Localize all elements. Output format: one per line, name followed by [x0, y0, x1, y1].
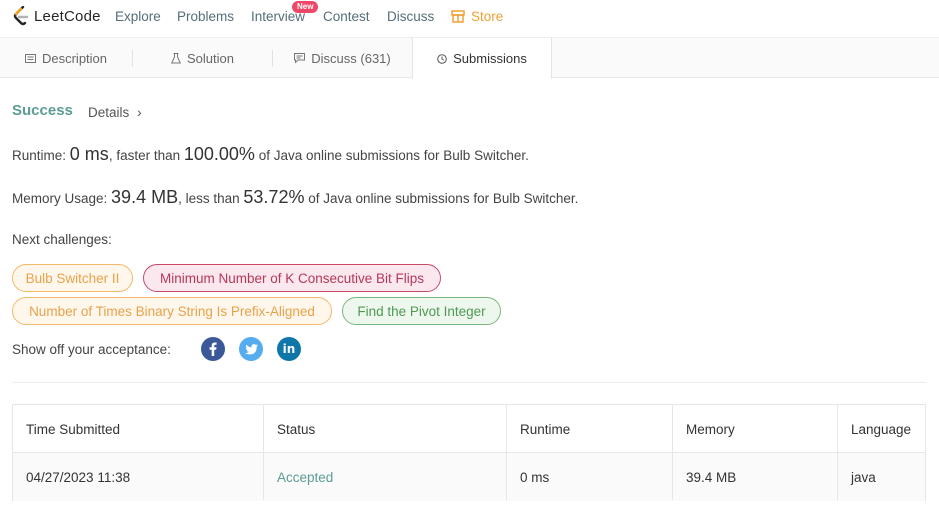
linkedin-glyph: in: [282, 342, 296, 356]
nav-explore[interactable]: Explore: [115, 9, 161, 24]
runtime-tail: of Java online submissions for Bulb Swit…: [258, 148, 529, 163]
facebook-icon[interactable]: [201, 337, 225, 361]
cell-status-accepted[interactable]: Accepted: [264, 453, 507, 501]
column-header-runtime[interactable]: Runtime: [507, 405, 673, 453]
nav-store[interactable]: Store: [451, 9, 503, 24]
new-badge: New: [292, 1, 319, 13]
tab-description-label: Description: [41, 50, 108, 66]
store-icon: [451, 10, 465, 23]
challenge-pill[interactable]: Minimum Number of K Consecutive Bit Flip…: [143, 264, 441, 292]
memory-percent: 53.72%: [243, 187, 305, 207]
column-divider: [263, 405, 264, 500]
tab-solution[interactable]: Solution: [133, 38, 272, 78]
details-label: Details: [88, 105, 130, 120]
challenge-pill[interactable]: Number of Times Binary String Is Prefix-…: [12, 297, 332, 325]
result-status: Success: [12, 102, 73, 119]
column-header-memory[interactable]: Memory: [673, 405, 838, 453]
submissions-table: Time Submitted Status Runtime Memory Lan…: [12, 404, 926, 501]
column-header-language[interactable]: Language: [838, 405, 925, 453]
memory-label: Memory Usage:: [12, 191, 108, 206]
memory-tail: of Java online submissions for Bulb Swit…: [308, 191, 579, 206]
memory-mid: , less than: [178, 191, 240, 206]
table-row[interactable]: 04/27/2023 11:38 Accepted 0 ms 39.4 MB j…: [13, 453, 925, 501]
linkedin-icon[interactable]: in: [277, 337, 301, 361]
store-label: Store: [471, 9, 504, 24]
cell-time-submitted: 04/27/2023 11:38: [26, 469, 131, 485]
challenge-pill[interactable]: Bulb Switcher II: [12, 264, 133, 292]
table-header-row: Time Submitted Status Runtime Memory Lan…: [13, 405, 925, 453]
nav-contest[interactable]: Contest: [323, 9, 370, 24]
runtime-label: Runtime:: [12, 148, 67, 163]
runtime-value: 0 ms: [69, 144, 109, 164]
top-navbar: LeetCode Explore Problems Interview New …: [0, 0, 939, 37]
column-divider: [837, 405, 838, 500]
comment-icon: [294, 53, 306, 63]
clock-icon: [437, 53, 447, 64]
section-divider: [12, 382, 926, 383]
cell-language: java: [851, 469, 876, 485]
memory-value: 39.4 MB: [111, 187, 179, 207]
column-divider: [506, 405, 507, 500]
leetcode-logo-icon: [13, 6, 29, 26]
runtime-summary: Runtime: 0 ms, faster than 100.00% of Ja…: [12, 144, 529, 165]
runtime-percent: 100.00%: [183, 144, 255, 164]
tab-discuss-label: Discuss (631): [311, 50, 391, 66]
twitter-icon[interactable]: [239, 337, 263, 361]
challenge-pill[interactable]: Find the Pivot Integer: [342, 297, 501, 325]
tab-description[interactable]: Description: [0, 38, 132, 78]
logo-text: LeetCode: [34, 7, 101, 25]
column-divider: [672, 405, 673, 500]
memory-summary: Memory Usage: 39.4 MB, less than 53.72% …: [12, 187, 578, 208]
details-link[interactable]: Details ›: [88, 104, 142, 120]
flask-icon: [171, 52, 181, 63]
nav-problems[interactable]: Problems: [177, 9, 234, 24]
chevron-right-icon: ›: [137, 104, 142, 120]
tab-solution-label: Solution: [187, 50, 234, 66]
share-label: Show off your acceptance:: [12, 342, 171, 357]
next-challenges-label: Next challenges:: [12, 232, 112, 247]
tab-submissions-label: Submissions: [453, 51, 527, 66]
cell-memory: 39.4 MB: [686, 469, 737, 485]
leetcode-logo[interactable]: LeetCode: [12, 6, 101, 26]
problem-tabs: Description Solution Discuss (631) Submi…: [0, 37, 939, 79]
runtime-mid: , faster than: [108, 148, 181, 163]
cell-runtime: 0 ms: [520, 469, 550, 485]
column-header-time[interactable]: Time Submitted: [13, 405, 264, 453]
column-header-status[interactable]: Status: [264, 405, 507, 453]
tab-submissions[interactable]: Submissions: [412, 38, 552, 79]
tab-discuss[interactable]: Discuss (631): [273, 38, 412, 78]
description-icon: [24, 53, 36, 63]
nav-discuss[interactable]: Discuss: [387, 9, 434, 24]
